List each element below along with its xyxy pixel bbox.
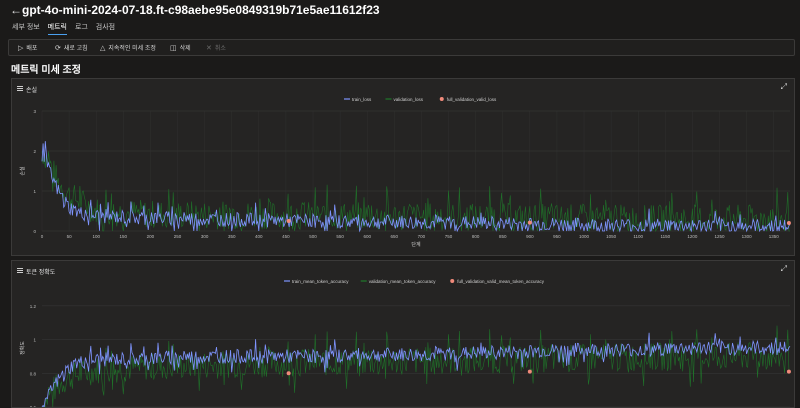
legend-label: validation_mean_token_accuracy xyxy=(369,279,437,284)
x-tick-label: 750 xyxy=(445,234,453,239)
x-tick-label: 300 xyxy=(201,234,209,239)
x-tick-label: 1150 xyxy=(660,234,670,239)
play-icon: ▷ xyxy=(18,45,24,52)
y-tick-label: 0.6 xyxy=(30,405,37,407)
x-tick-label: 1300 xyxy=(742,234,753,239)
full-validation-point xyxy=(527,369,532,374)
x-tick-label: 1200 xyxy=(687,234,698,239)
x-tick-label: 250 xyxy=(174,234,182,239)
loss-chart-card: 손실 ⤢ 0 1 2 3 0 50 100 150 200 250 300 350 400 450 500 5… xyxy=(11,78,795,256)
y-axis-label: 손실 xyxy=(19,166,26,176)
x-tick-label: 450 xyxy=(282,234,290,239)
section-title: 메트릭 미세 조정 xyxy=(11,65,81,76)
x-tick-label: 50 xyxy=(67,234,73,239)
page-title: gpt-4o-mini-2024-07-18.ft-c98aebe95e0849… xyxy=(22,3,380,17)
x-tick-label: 400 xyxy=(255,234,263,239)
legend-label: full_validation_valid_loss xyxy=(447,97,497,102)
x-tick-label: 800 xyxy=(472,234,480,239)
legend-swatch xyxy=(450,279,455,283)
x-tick-label: 850 xyxy=(499,234,507,239)
delete-label: 삭제 xyxy=(179,46,191,52)
full-validation-point xyxy=(527,220,532,225)
x-tick-label: 950 xyxy=(553,234,561,239)
x-tick-label: 1250 xyxy=(715,234,726,239)
x-tick-label: 0 xyxy=(41,234,44,239)
x-tick-label: 1100 xyxy=(633,234,643,239)
tab-details[interactable]: 세부 정보 xyxy=(12,22,40,34)
y-tick-label: 0.8 xyxy=(30,371,37,376)
close-icon: ✕ xyxy=(206,45,212,52)
y-tick-label: 1 xyxy=(33,338,36,343)
refresh-label: 새로 고침 xyxy=(63,46,88,52)
x-tick-label: 700 xyxy=(418,234,426,239)
delete-button[interactable]: ◫ 삭제 xyxy=(170,43,191,52)
refresh-button[interactable]: ⟳ 새로 고침 xyxy=(55,43,88,52)
y-tick-label: 1 xyxy=(33,189,36,194)
trash-icon: ◫ xyxy=(170,45,177,52)
x-tick-label: 150 xyxy=(120,234,128,239)
x-tick-label: 600 xyxy=(363,234,371,239)
header-bar: ← gpt-4o-mini-2024-07-18.ft-c98aebe95e08… xyxy=(0,0,800,20)
x-tick-label: 650 xyxy=(391,234,399,239)
x-axis-label: 단계 xyxy=(411,241,421,248)
full-validation-point xyxy=(286,371,291,376)
y-tick-label: 3 xyxy=(33,109,36,114)
series-line-validation_mean_token_accuracy xyxy=(42,325,791,407)
x-tick-label: 100 xyxy=(92,234,100,239)
legend-swatch xyxy=(439,97,444,101)
tab-bar: 세부 정보 메트릭 로그 검사점 xyxy=(12,22,121,36)
deploy-button[interactable]: ▷ 배포 xyxy=(18,43,37,52)
cancel-button: ✕ 취소 xyxy=(206,43,226,52)
accuracy-chart-card: 토큰 정확도 ⤢ 0.60.811.2정확도train_mean_token_a… xyxy=(11,260,795,408)
flask-icon: △ xyxy=(100,45,106,52)
full-validation-point xyxy=(786,369,791,374)
continuous-finetune-label: 지속적인 미세 조정 xyxy=(108,46,156,52)
full-validation-point xyxy=(286,219,291,223)
deploy-label: 배포 xyxy=(26,46,38,52)
x-tick-label: 1050 xyxy=(606,234,617,239)
y-tick-label: 2 xyxy=(33,149,36,154)
continuous-finetune-button[interactable]: △ 지속적인 미세 조정 xyxy=(100,43,156,52)
accuracy-chart: 0.6 0.8 1 1.2 정확도 train_mean_token_accuracy va… xyxy=(19,279,791,407)
cancel-label: 취소 xyxy=(214,46,226,52)
x-tick-label: 1350 xyxy=(769,234,780,239)
y-tick-label: 0 xyxy=(33,229,36,234)
back-arrow-icon[interactable]: ← xyxy=(10,3,22,17)
legend-label: train_mean_token_accuracy xyxy=(292,279,349,284)
y-axis-label: 정확도 xyxy=(19,341,26,355)
x-tick-label: 350 xyxy=(228,234,236,239)
legend-label: train_loss xyxy=(352,97,372,102)
refresh-icon: ⟳ xyxy=(55,45,61,52)
full-validation-point xyxy=(786,221,791,225)
x-tick-label: 200 xyxy=(147,234,155,239)
command-bar: ▷ 배포 ⟳ 새로 고침 △ 지속적인 미세 조정 ◫ 삭제 ✕ 취소 xyxy=(8,39,795,56)
x-tick-label: 550 xyxy=(336,234,344,239)
x-tick-label: 1000 xyxy=(579,234,590,239)
legend-label: full_validation_valid_mean_token_accurac… xyxy=(457,279,545,284)
legend-label: validation_loss xyxy=(394,97,424,102)
tab-logs[interactable]: 로그 xyxy=(75,22,88,34)
y-tick-label: 1.2 xyxy=(30,304,37,309)
tab-checkpoints[interactable]: 검사점 xyxy=(96,22,115,34)
x-tick-label: 500 xyxy=(309,234,317,239)
tab-metrics[interactable]: 메트릭 xyxy=(47,22,67,35)
loss-chart: 0 1 2 3 0 50 100 150 200 250 300 350 400 450 500 550 600… xyxy=(19,97,791,248)
x-tick-label: 900 xyxy=(526,234,534,239)
